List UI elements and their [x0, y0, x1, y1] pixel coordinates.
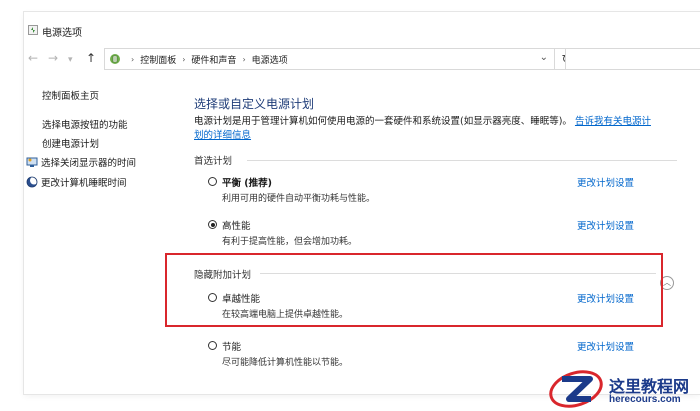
preferred-plans-label: 首选计划: [194, 156, 233, 167]
forward-arrow-icon[interactable]: →: [48, 52, 58, 64]
plan-radio[interactable]: [208, 177, 217, 186]
sidebar-item-sleep-time[interactable]: 更改计算机睡眠时间: [26, 175, 127, 189]
change-plan-settings-link-ultimate[interactable]: 更改计划设置: [577, 291, 634, 305]
plan-description: 利用可用的硬件自动平衡功耗与性能。: [222, 194, 376, 204]
moon-icon: [26, 176, 38, 188]
back-arrow-icon[interactable]: ←: [28, 52, 38, 64]
watermark-subtitle: herecours.com: [609, 394, 681, 405]
section-divider: [247, 160, 677, 161]
hidden-plans-label: 隐藏附加计划: [194, 270, 252, 281]
breadcrumb-separator-icon[interactable]: ›: [182, 55, 185, 64]
control-panel-icon: [110, 54, 120, 64]
plan-description: 有利于提高性能，但会增加功耗。: [222, 237, 358, 247]
plan-radio[interactable]: [208, 341, 217, 350]
plan-name: 卓越性能: [222, 294, 261, 305]
monitor-icon: [26, 157, 38, 167]
window-title: 电源选项: [42, 28, 82, 39]
change-plan-settings-link-balanced[interactable]: 更改计划设置: [577, 175, 634, 189]
power-options-window: 电源选项 ← → ▾ ↑ › 控制面板 › 硬件和声音 › 电源选项 ⌄ ↻: [24, 12, 700, 394]
sidebar-item-power-button[interactable]: 选择电源按钮的功能: [42, 117, 128, 131]
sidebar-item-label: 选择关闭显示器的时间: [41, 158, 137, 169]
plan-radio[interactable]: [208, 293, 217, 302]
power-options-icon: [28, 25, 38, 35]
breadcrumb-control-panel[interactable]: 控制面板: [140, 53, 176, 66]
section-divider: [260, 273, 656, 274]
plan-description: 在较高端电脑上提供卓越性能。: [222, 310, 349, 320]
sidebar-item-display-off-time[interactable]: 选择关闭显示器的时间: [26, 155, 136, 169]
watermark: 这里教程网 herecours.com: [543, 365, 700, 411]
chevron-up-icon: ︿: [663, 278, 671, 287]
sidebar-item-label: 更改计算机睡眠时间: [41, 178, 127, 189]
page-title: 选择或自定义电源计划: [194, 97, 315, 111]
sidebar-item-control-panel-home[interactable]: 控制面板主页: [42, 88, 99, 102]
up-arrow-icon[interactable]: ↑: [86, 52, 96, 64]
recent-locations-dropdown-icon[interactable]: ▾: [68, 54, 73, 66]
collapse-hidden-plans-button[interactable]: ︿: [660, 276, 674, 290]
watermark-logo-icon: [549, 370, 603, 408]
change-plan-settings-link-high-performance[interactable]: 更改计划设置: [577, 218, 634, 232]
plan-description: 尽可能降低计算机性能以节能。: [222, 358, 349, 368]
breadcrumb-separator-icon[interactable]: ›: [131, 55, 134, 64]
page-description: 电源计划是用于管理计算机如何使用电源的一套硬件和系统设置(如显示器亮度、睡眠等)…: [194, 115, 654, 143]
plan-name: 平衡 (推荐): [222, 178, 272, 189]
sidebar-item-create-plan[interactable]: 创建电源计划: [42, 136, 99, 150]
description-text: 电源计划是用于管理计算机如何使用电源的一套硬件和系统设置(如显示器亮度、睡眠等)…: [194, 116, 572, 127]
plan-name: 高性能: [222, 221, 251, 232]
main-content: 选择或自定义电源计划 电源计划是用于管理计算机如何使用电源的一套硬件和系统设置(…: [194, 12, 700, 394]
plan-radio[interactable]: [208, 220, 217, 229]
plan-name: 节能: [222, 342, 242, 353]
change-plan-settings-link-power-saver[interactable]: 更改计划设置: [577, 339, 634, 353]
